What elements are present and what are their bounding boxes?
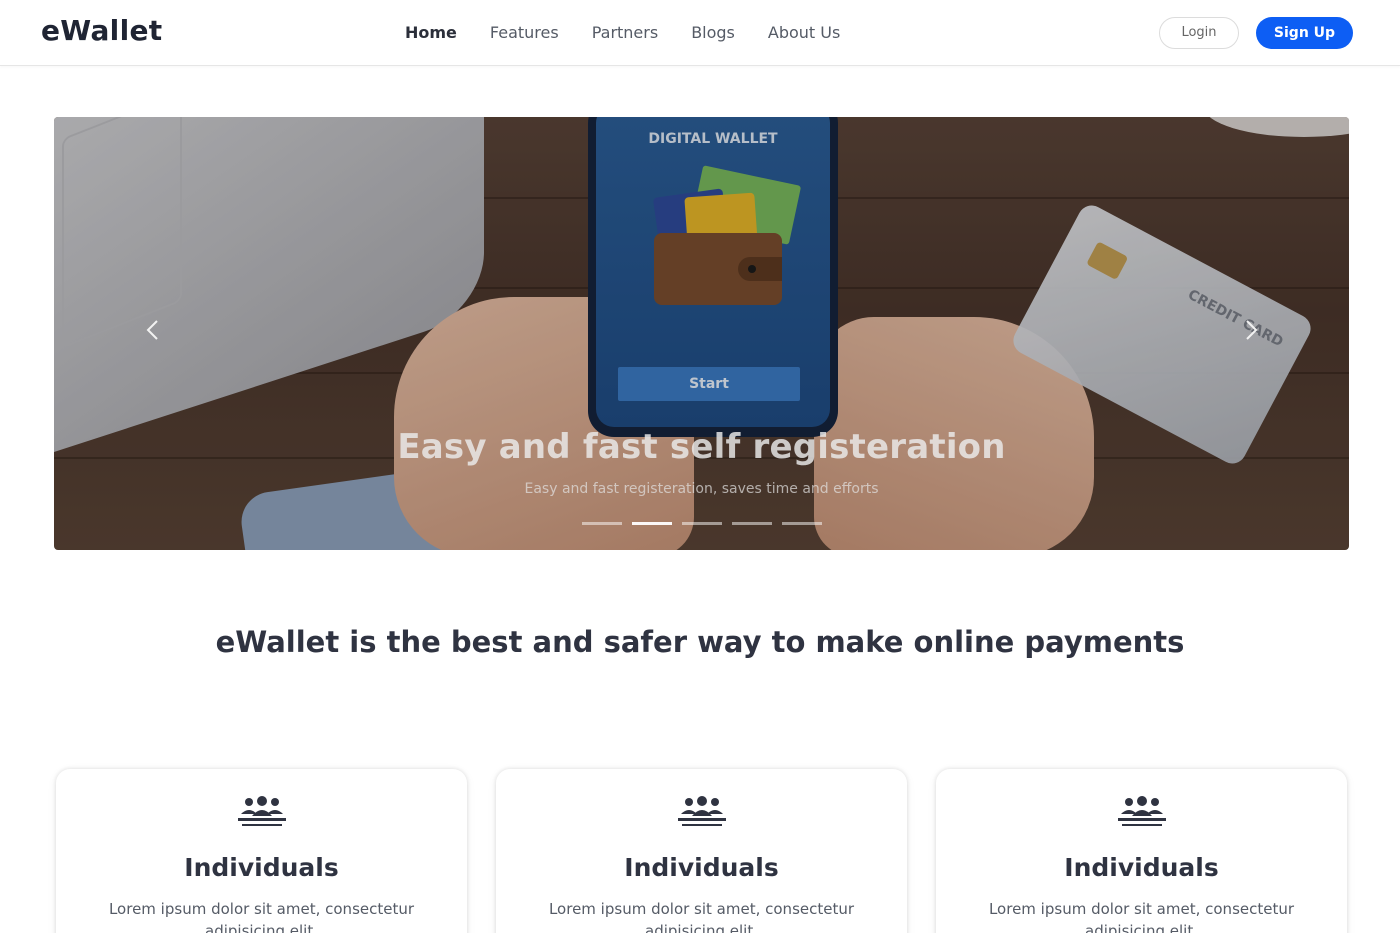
feature-card-title: Individuals — [624, 853, 779, 882]
carousel-prev-button[interactable] — [138, 315, 168, 345]
chevron-right-icon — [1246, 320, 1258, 340]
feature-card-title: Individuals — [1064, 853, 1219, 882]
carousel-indicator-active[interactable] — [632, 522, 672, 525]
hero-carousel: DIGITAL WALLET CREDIT CARD Start Easy an… — [54, 117, 1349, 550]
login-button[interactable]: Login — [1159, 17, 1239, 49]
carousel-next-button[interactable] — [1236, 315, 1266, 345]
nav-item-partners[interactable]: Partners — [592, 22, 658, 44]
carousel-indicator[interactable] — [682, 522, 722, 525]
carousel-indicators — [582, 522, 822, 525]
users-group-icon — [678, 796, 726, 826]
main-nav: Home Features Partners Blogs About Us — [405, 22, 873, 44]
carousel-indicator[interactable] — [782, 522, 822, 525]
chevron-left-icon — [146, 320, 158, 340]
nav-item-about-us[interactable]: About Us — [768, 22, 840, 44]
section-tagline: eWallet is the best and safer way to mak… — [215, 625, 1185, 659]
sign-up-button[interactable]: Sign Up — [1256, 17, 1353, 49]
carousel-indicator[interactable] — [582, 522, 622, 525]
feature-card-body: Lorem ipsum dolor sit amet, consectetur … — [988, 900, 1295, 933]
feature-card-title: Individuals — [184, 853, 339, 882]
brand-logo[interactable]: eWallet — [41, 14, 162, 47]
feature-card: Individuals Lorem ipsum dolor sit amet, … — [936, 769, 1347, 933]
carousel-caption-title: Easy and fast self registeration — [397, 427, 1006, 467]
feature-card-body: Lorem ipsum dolor sit amet, consectetur … — [108, 900, 415, 933]
users-group-icon — [238, 796, 286, 826]
top-navbar: eWallet Home Features Partners Blogs Abo… — [0, 0, 1400, 66]
feature-card: Individuals Lorem ipsum dolor sit amet, … — [56, 769, 467, 933]
nav-item-features[interactable]: Features — [490, 22, 559, 44]
carousel-caption-subtitle: Easy and fast registeration, saves time … — [524, 481, 879, 497]
nav-item-blogs[interactable]: Blogs — [691, 22, 735, 44]
users-group-icon — [1118, 796, 1166, 826]
carousel-indicator[interactable] — [732, 522, 772, 525]
feature-card: Individuals Lorem ipsum dolor sit amet, … — [496, 769, 907, 933]
feature-card-body: Lorem ipsum dolor sit amet, consectetur … — [548, 900, 855, 933]
nav-item-home[interactable]: Home — [405, 22, 457, 44]
